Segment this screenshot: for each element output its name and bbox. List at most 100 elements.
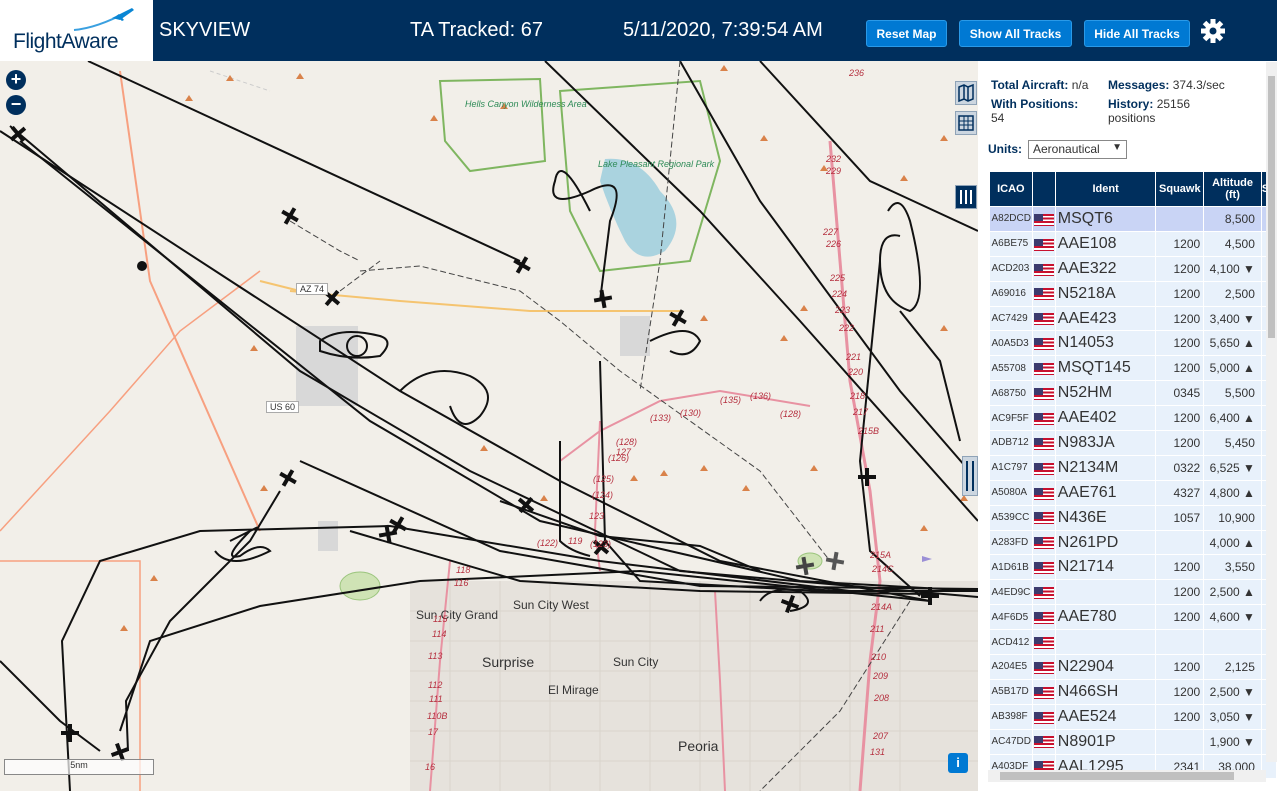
with-positions-value: 54 bbox=[991, 111, 1005, 125]
panel-vertical-scrollbar[interactable] bbox=[1266, 62, 1277, 762]
altitude-trend: ▼ bbox=[1243, 311, 1255, 326]
road-number-label: 220 bbox=[848, 367, 864, 377]
table-row[interactable]: A69016 N5218A 1200 2,500 bbox=[989, 281, 1277, 307]
show-all-tracks-button[interactable]: Show All Tracks bbox=[959, 20, 1072, 47]
altitude-value: 3,400 bbox=[1209, 311, 1240, 326]
road-number-label: 223 bbox=[835, 305, 851, 315]
table-row[interactable]: A4ED9C 1200 2,500 ▲ bbox=[989, 579, 1277, 606]
table-row[interactable]: AB398F AAE524 1200 3,050 ▼ bbox=[989, 704, 1277, 730]
flag-cell bbox=[1032, 306, 1056, 332]
us-flag-icon bbox=[1033, 288, 1054, 301]
horizontal-scroll-thumb[interactable] bbox=[1000, 772, 1234, 780]
squawk-cell bbox=[1155, 206, 1205, 232]
reset-map-button[interactable]: Reset Map bbox=[866, 20, 947, 47]
column-header-altitude[interactable]: Altitude (ft) bbox=[1203, 171, 1262, 207]
squawk-cell: 1200 bbox=[1155, 355, 1205, 382]
flag-cell bbox=[1032, 231, 1056, 257]
flightaware-logo[interactable]: FlightAware bbox=[0, 0, 153, 61]
table-row[interactable]: A5B17D N466SH 1200 2,500 ▼ bbox=[989, 679, 1277, 705]
ident-cell: N466SH bbox=[1055, 679, 1157, 705]
ident-cell: AAE402 bbox=[1055, 405, 1157, 432]
table-row[interactable]: A6BE75 AAE108 1200 4,500 bbox=[989, 231, 1277, 257]
column-header-squawk[interactable]: Squawk bbox=[1155, 171, 1205, 207]
table-row[interactable]: A539CC N436E 1057 10,900 bbox=[989, 505, 1277, 531]
ident-cell: AAE423 bbox=[1055, 306, 1157, 332]
road-number-label: 114 bbox=[432, 629, 447, 639]
table-row[interactable]: ACD412 bbox=[989, 629, 1277, 656]
table-row[interactable]: A1D61B N21714 1200 3,550 bbox=[989, 554, 1277, 581]
zoom-in-button[interactable]: + bbox=[6, 70, 26, 90]
table-row[interactable]: A82DCD MSQT6 8,500 bbox=[989, 206, 1277, 232]
icao-cell: A55708 bbox=[989, 355, 1033, 382]
road-number-label: 227 bbox=[823, 227, 839, 237]
table-row[interactable]: ACD203 AAE322 1200 4,100 ▼ bbox=[989, 256, 1277, 282]
squawk-cell: 1200 bbox=[1155, 604, 1205, 631]
map-view[interactable]: Hells Canyon Wilderness Area Lake Pleasa… bbox=[0, 61, 978, 791]
altitude-cell: 8,500 bbox=[1203, 206, 1262, 232]
table-row[interactable]: A5080A AAE761 4327 4,800 ▲ bbox=[989, 480, 1277, 506]
table-row[interactable]: AC47DD N8901P 1,900 ▼ bbox=[989, 729, 1277, 755]
road-number-label: 222 bbox=[839, 323, 855, 333]
us-flag-icon bbox=[1033, 437, 1054, 450]
icao-cell: AB398F bbox=[989, 704, 1033, 730]
us-flag-icon bbox=[1033, 462, 1054, 475]
road-number-label: 215A bbox=[870, 550, 892, 560]
table-row[interactable]: AC7429 AAE423 1200 3,400 ▼ bbox=[989, 306, 1277, 332]
road-number-label: (128) bbox=[780, 409, 802, 419]
zoom-out-button[interactable]: − bbox=[6, 95, 26, 115]
table-row[interactable]: A0A5D3 N14053 1200 5,650 ▲ bbox=[989, 330, 1277, 357]
panel-horizontal-scrollbar[interactable] bbox=[988, 770, 1266, 782]
map-side-tab[interactable] bbox=[962, 456, 978, 496]
ident-cell: N21714 bbox=[1055, 554, 1157, 581]
table-row[interactable]: A204E5 N22904 1200 2,125 bbox=[989, 654, 1277, 680]
altitude-cell: 2,125 bbox=[1203, 654, 1262, 680]
total-aircraft-stat: Total Aircraft: n/a bbox=[991, 78, 1088, 92]
squawk-cell: 1200 bbox=[1155, 704, 1205, 730]
altitude-value: 4,000 bbox=[1209, 535, 1240, 550]
top-bar: FlightAware SKYVIEW TA Tracked: 67 5/11/… bbox=[0, 0, 1277, 61]
flag-cell bbox=[1032, 604, 1056, 631]
flag-cell bbox=[1032, 704, 1056, 730]
grid-toggle-button[interactable] bbox=[955, 111, 977, 135]
table-row[interactable]: A283FD N261PD 4,000 ▲ bbox=[989, 530, 1277, 556]
columns-icon bbox=[960, 190, 972, 204]
table-row[interactable]: A4F6D5 AAE780 1200 4,600 ▼ bbox=[989, 604, 1277, 631]
info-button[interactable]: i bbox=[948, 753, 968, 773]
icao-cell: ADB712 bbox=[989, 430, 1033, 456]
altitude-cell: 4,100 ▼ bbox=[1203, 256, 1262, 282]
column-header-icao[interactable]: ICAO bbox=[989, 171, 1033, 207]
ident-cell: N983JA bbox=[1055, 430, 1157, 456]
column-header-flag[interactable] bbox=[1031, 171, 1056, 207]
flag-cell bbox=[1032, 679, 1056, 705]
altitude-cell: 3,400 ▼ bbox=[1203, 306, 1262, 332]
squawk-cell bbox=[1155, 530, 1205, 556]
table-row[interactable]: ADB712 N983JA 1200 5,450 bbox=[989, 430, 1277, 456]
map-layers-button[interactable] bbox=[955, 81, 977, 105]
ident-cell: N52HM bbox=[1055, 380, 1157, 407]
flag-cell bbox=[1032, 480, 1056, 506]
vertical-scroll-thumb[interactable] bbox=[1268, 76, 1275, 338]
flag-cell bbox=[1032, 256, 1056, 282]
road-number-label: (126) bbox=[608, 453, 630, 463]
road-number-label: 218 bbox=[850, 391, 866, 401]
gear-icon[interactable] bbox=[1200, 18, 1226, 44]
table-row[interactable]: A68750 N52HM 0345 5,500 bbox=[989, 380, 1277, 407]
table-row[interactable]: AC9F5F AAE402 1200 6,400 ▲ bbox=[989, 405, 1277, 432]
table-row[interactable]: A55708 MSQT145 1200 5,000 ▲ bbox=[989, 355, 1277, 382]
altitude-value: 5,450 bbox=[1224, 435, 1255, 450]
ident-cell: N261PD bbox=[1055, 530, 1157, 556]
road-number-label: 113 bbox=[428, 651, 443, 661]
ident-cell: AAE108 bbox=[1055, 231, 1157, 257]
panel-toggle-button[interactable] bbox=[955, 185, 977, 209]
squawk-cell: 1200 bbox=[1155, 231, 1205, 257]
us-flag-icon bbox=[1033, 263, 1054, 276]
hide-all-tracks-button[interactable]: Hide All Tracks bbox=[1084, 20, 1190, 47]
altitude-trend: ▲ bbox=[1243, 361, 1255, 376]
table-row[interactable]: A1C797 N2134M 0322 6,525 ▼ bbox=[989, 455, 1277, 481]
map-label-az74: AZ 74 bbox=[296, 283, 329, 295]
logo-text: FlightAware bbox=[13, 30, 119, 53]
units-select[interactable]: Aeronautical ▼ bbox=[1028, 140, 1127, 159]
column-header-ident[interactable]: Ident bbox=[1054, 171, 1157, 207]
altitude-value: 5,500 bbox=[1224, 386, 1255, 401]
messages-value: 374.3/sec bbox=[1172, 78, 1225, 92]
